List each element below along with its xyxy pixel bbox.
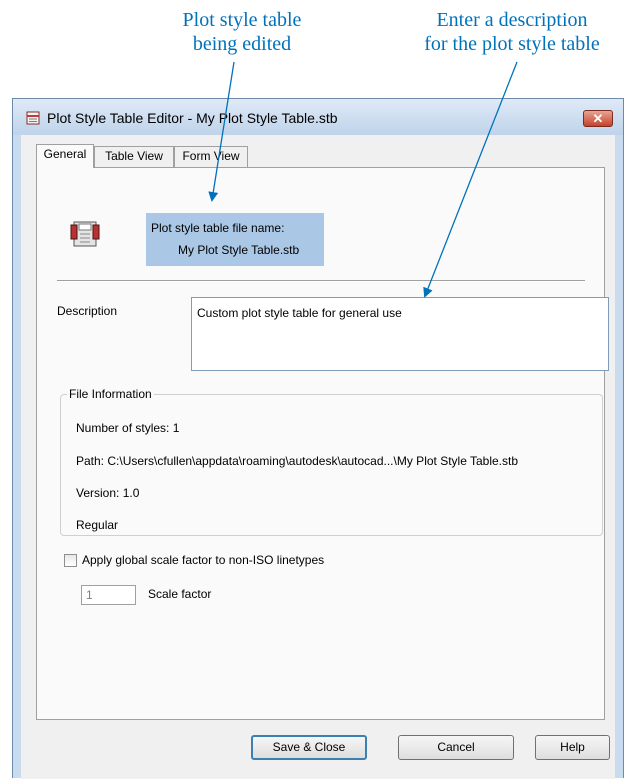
callout-description: Enter a description for the plot style t…	[388, 8, 636, 56]
description-label: Description	[57, 304, 118, 318]
callout-line: for the plot style table	[424, 33, 600, 55]
plot-style-editor-icon	[26, 111, 40, 125]
window-client-area: General Table View Form View Plot style …	[21, 135, 615, 779]
window-title: Plot Style Table Editor - My Plot Style …	[47, 110, 338, 126]
help-button[interactable]: Help	[535, 735, 610, 760]
separator	[57, 280, 585, 282]
close-icon: ✕	[592, 111, 604, 126]
save-close-button[interactable]: Save & Close	[251, 735, 367, 760]
file-path: Path: C:\Users\cfullen\appdata\roaming\a…	[76, 454, 519, 468]
file-type: Regular	[76, 518, 119, 532]
file-information-title: File Information	[67, 387, 154, 401]
plot-style-file-icon	[70, 221, 100, 247]
file-information-group: File Information Number of styles: 1 Pat…	[60, 387, 603, 536]
scale-factor-label: Scale factor	[148, 587, 212, 601]
tab-form-view[interactable]: Form View	[174, 146, 248, 167]
description-textarea[interactable]: Custom plot style table for general use	[191, 297, 609, 371]
file-name-highlight: Plot style table file name: My Plot Styl…	[146, 213, 324, 266]
callout-edited-table: Plot style table being edited	[142, 8, 342, 56]
number-of-styles: Number of styles: 1	[76, 421, 180, 435]
general-tab-panel: Plot style table file name: My Plot Styl…	[36, 167, 609, 720]
cancel-button[interactable]: Cancel	[398, 735, 514, 760]
callout-line: Enter a description	[436, 9, 588, 31]
tab-general[interactable]: General	[36, 144, 94, 168]
scale-factor-input[interactable]: 1	[81, 585, 136, 605]
close-button[interactable]: ✕	[583, 110, 613, 127]
callout-line: Plot style table	[182, 9, 302, 31]
callout-line: being edited	[192, 33, 292, 55]
file-version: Version: 1.0	[76, 486, 140, 500]
plot-style-editor-window: Plot Style Table Editor - My Plot Style …	[12, 98, 624, 779]
file-name-value: My Plot Style Table.stb	[178, 243, 300, 257]
global-scale-checkbox-label[interactable]: Apply global scale factor to non-ISO lin…	[82, 553, 324, 567]
tab-table-view[interactable]: Table View	[94, 146, 174, 167]
global-scale-checkbox[interactable]	[64, 554, 77, 567]
file-name-label: Plot style table file name:	[151, 221, 285, 235]
title-bar[interactable]: Plot Style Table Editor - My Plot Style …	[13, 99, 623, 135]
